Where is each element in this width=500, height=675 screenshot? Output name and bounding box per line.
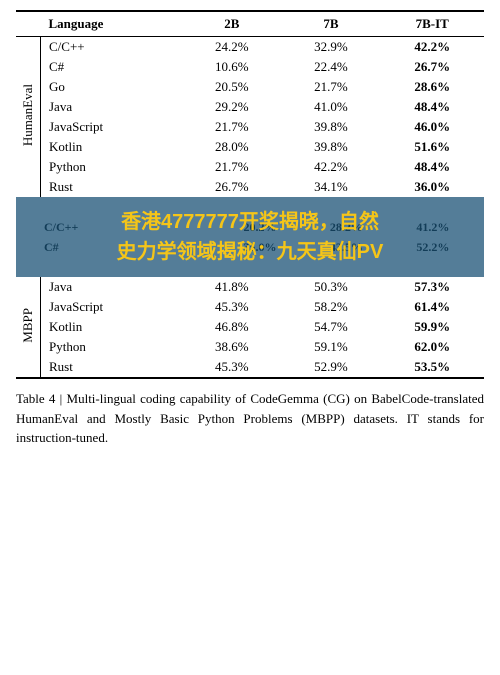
row-it: 53.5%: [381, 357, 485, 378]
humaneval-row-1: HumanEval C/C++ 24.2% 32.9% 42.2%: [16, 37, 484, 58]
row-2b: 28.0%: [182, 137, 281, 157]
row-lang: C#: [41, 57, 183, 77]
row-2b: 10.6%: [182, 57, 281, 77]
ad-text-line1: 香港4777777开奖揭晓，自然: [28, 207, 472, 237]
row-lang: JavaScript: [41, 297, 183, 317]
row-7b: 22.4%: [281, 57, 380, 77]
row-lang: Java: [41, 97, 183, 117]
row-lang: C/C++: [41, 37, 183, 58]
row-it: 57.3%: [381, 277, 485, 297]
humaneval-row-7: Python 21.7% 42.2% 48.4%: [16, 157, 484, 177]
row-7b: 39.8%: [281, 137, 380, 157]
col-label-placeholder: [16, 11, 41, 37]
humaneval-label: HumanEval: [20, 80, 36, 150]
row-7b: 52.9%: [281, 357, 380, 378]
mbpp-label: MBPP: [20, 304, 36, 347]
row-7b: 21.7%: [281, 77, 380, 97]
row-lang: Rust: [41, 357, 183, 378]
table-caption: Table 4 | Multi-lingual coding capabilit…: [16, 389, 484, 448]
row-2b: 26.7%: [182, 177, 281, 197]
row-7b: 58.2%: [281, 297, 380, 317]
row-2b: 21.7%: [182, 117, 281, 137]
row-it: 61.4%: [381, 297, 485, 317]
row-lang: JavaScript: [41, 117, 183, 137]
main-table: Language 2B 7B 7B-IT HumanEval C/C++ 24.…: [16, 10, 484, 379]
humaneval-row-8: Rust 26.7% 34.1% 36.0%: [16, 177, 484, 197]
row-7b: 34.1%: [281, 177, 380, 197]
humaneval-row-4: Java 29.2% 41.0% 48.4%: [16, 97, 484, 117]
col-header-7b-it: 7B-IT: [381, 11, 485, 37]
row-it: 59.9%: [381, 317, 485, 337]
mbpp-row-2: JavaScript 45.3% 58.2% 61.4%: [16, 297, 484, 317]
mbpp-row-3: Kotlin 46.8% 54.7% 59.9%: [16, 317, 484, 337]
row-it: 28.6%: [381, 77, 485, 97]
row-2b: 21.7%: [182, 157, 281, 177]
row-lang: Java: [41, 277, 183, 297]
col-header-language: Language: [41, 11, 183, 37]
col-header-2b: 2B: [182, 11, 281, 37]
row-2b: 41.8%: [182, 277, 281, 297]
col-header-7b: 7B: [281, 11, 380, 37]
row-lang: Python: [41, 337, 183, 357]
humaneval-row-5: JavaScript 21.7% 39.8% 46.0%: [16, 117, 484, 137]
row-2b: 38.6%: [182, 337, 281, 357]
row-it: 42.2%: [381, 37, 485, 58]
ad-text-line2: 史力学领域揭秘：九天真仙PV: [28, 237, 472, 267]
row-lang: Rust: [41, 177, 183, 197]
row-7b: 39.8%: [281, 117, 380, 137]
row-7b: 32.9%: [281, 37, 380, 58]
row-lang: Kotlin: [41, 317, 183, 337]
mbpp-row-4: Python 38.6% 59.1% 62.0%: [16, 337, 484, 357]
row-7b: 54.7%: [281, 317, 380, 337]
row-2b: 45.3%: [182, 357, 281, 378]
row-it: 26.7%: [381, 57, 485, 77]
humaneval-row-6: Kotlin 28.0% 39.8% 51.6%: [16, 137, 484, 157]
mbpp-row-5: Rust 45.3% 52.9% 53.5%: [16, 357, 484, 378]
row-7b: 42.2%: [281, 157, 380, 177]
row-2b: 24.2%: [182, 37, 281, 58]
mbpp-row-1: MBPP Java 41.8% 50.3% 57.3%: [16, 277, 484, 297]
row-it: 62.0%: [381, 337, 485, 357]
row-lang: Go: [41, 77, 183, 97]
row-7b: 59.1%: [281, 337, 380, 357]
row-it: 46.0%: [381, 117, 485, 137]
row-it: 48.4%: [381, 97, 485, 117]
row-it: 48.4%: [381, 157, 485, 177]
row-2b: 46.8%: [182, 317, 281, 337]
row-lang: Python: [41, 157, 183, 177]
row-2b: 20.5%: [182, 77, 281, 97]
row-7b: 41.0%: [281, 97, 380, 117]
humaneval-row-2: C# 10.6% 22.4% 26.7%: [16, 57, 484, 77]
ad-banner[interactable]: C/C++ 20.2% 28.2% 41.2% C# 35.0% 43.5% 5…: [16, 197, 484, 277]
row-2b: 45.3%: [182, 297, 281, 317]
row-it: 36.0%: [381, 177, 485, 197]
humaneval-row-3: Go 20.5% 21.7% 28.6%: [16, 77, 484, 97]
row-lang: Kotlin: [41, 137, 183, 157]
row-7b: 50.3%: [281, 277, 380, 297]
row-it: 51.6%: [381, 137, 485, 157]
row-2b: 29.2%: [182, 97, 281, 117]
ad-banner-row: C/C++ 20.2% 28.2% 41.2% C# 35.0% 43.5% 5…: [16, 197, 484, 277]
